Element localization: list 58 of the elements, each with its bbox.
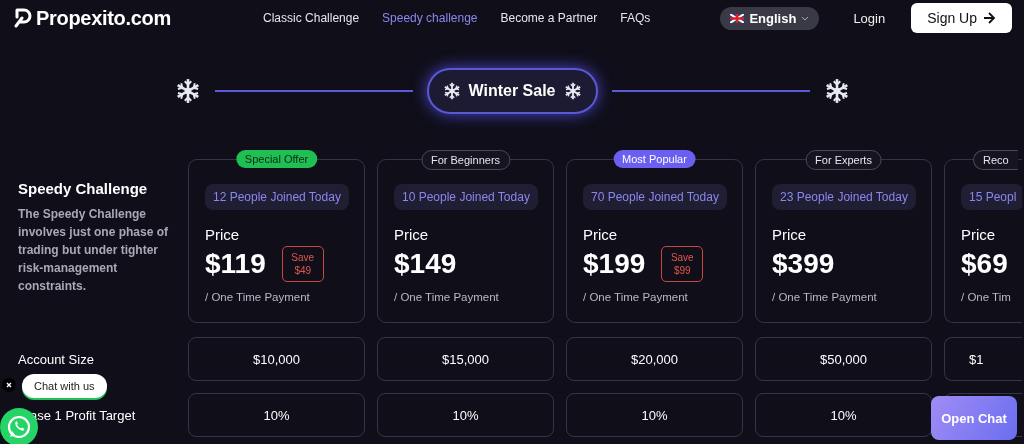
nav-link[interactable]: Classic Challenge — [263, 11, 360, 25]
table-cell: $1 — [944, 337, 1022, 381]
logo-icon — [14, 8, 32, 28]
save-tag: Save $49 — [281, 246, 324, 282]
snowflake-icon — [442, 82, 461, 100]
snowflake-icon — [563, 82, 582, 100]
plan-badge: Reco — [973, 150, 1018, 170]
payment-note: / One Time Payment — [205, 291, 311, 303]
joined-count: 23 People Joined Today — [772, 184, 916, 210]
payment-note: / One Tim — [961, 291, 1012, 303]
snowflake-icon — [823, 78, 850, 104]
table-cell: 10% — [188, 393, 365, 437]
section-title: Speedy Challenge — [18, 180, 149, 197]
plan-badge: Most Popular — [613, 150, 696, 168]
logo-text[interactable]: Propexito.com — [36, 6, 172, 30]
save-tag: Save $99 — [661, 246, 704, 282]
flag-icon — [730, 13, 745, 23]
row-label: Account Size — [17, 351, 95, 367]
table-cell: $50,000 — [755, 337, 932, 381]
table-cell: 10% — [566, 393, 743, 437]
table-cell: 10% — [377, 393, 554, 437]
banner-title: Winter Sale — [468, 82, 556, 100]
table-cell: $20,000 — [566, 337, 743, 381]
price-label: Price — [205, 226, 241, 243]
open-chat-button[interactable]: Open Chat — [931, 396, 1017, 440]
chevron-icon — [801, 15, 810, 21]
plan-badge: For Experts — [805, 150, 882, 170]
joined-count: 12 People Joined Today — [205, 184, 349, 210]
joined-count: 15 Peopl — [961, 184, 1022, 210]
price: $119 — [205, 248, 266, 280]
snowflake-icon — [174, 78, 201, 104]
table-cell: $10,000 — [188, 337, 365, 381]
section-description: The Speedy Challenge involves just one phase of trading but under tighter risk-management constraints. — [18, 206, 170, 295]
plan-badge: Special Offer — [235, 150, 318, 168]
price: $199 — [583, 248, 646, 280]
login-link[interactable]: Login — [853, 10, 886, 26]
table-cell: $15,000 — [377, 337, 554, 381]
payment-note: / One Time Payment — [772, 291, 878, 303]
plan-badge: For Beginners — [420, 150, 511, 170]
close-icon[interactable] — [2, 378, 16, 392]
chat-bubble[interactable]: Chat with us — [22, 374, 107, 398]
nav-link[interactable]: Speedy challenge — [382, 11, 478, 25]
nav-link[interactable]: FAQs — [620, 11, 651, 25]
joined-count: 10 People Joined Today — [394, 184, 538, 210]
price-label: Price — [772, 226, 808, 243]
payment-note: / One Time Payment — [394, 291, 500, 303]
price-label: Price — [961, 226, 997, 243]
price: $399 — [772, 248, 835, 280]
price-label: Price — [394, 226, 430, 243]
nav-link[interactable]: Become a Partner — [500, 11, 598, 25]
payment-note: / One Time Payment — [583, 291, 689, 303]
price: $69 — [961, 248, 1008, 280]
price: $149 — [394, 248, 457, 280]
sign-up-button[interactable]: Sign Up — [911, 3, 1012, 33]
joined-count: 70 People Joined Today — [583, 184, 727, 210]
arrow-icon — [983, 12, 996, 24]
price-label: Price — [583, 226, 619, 243]
language-selector[interactable]: English — [720, 6, 820, 30]
